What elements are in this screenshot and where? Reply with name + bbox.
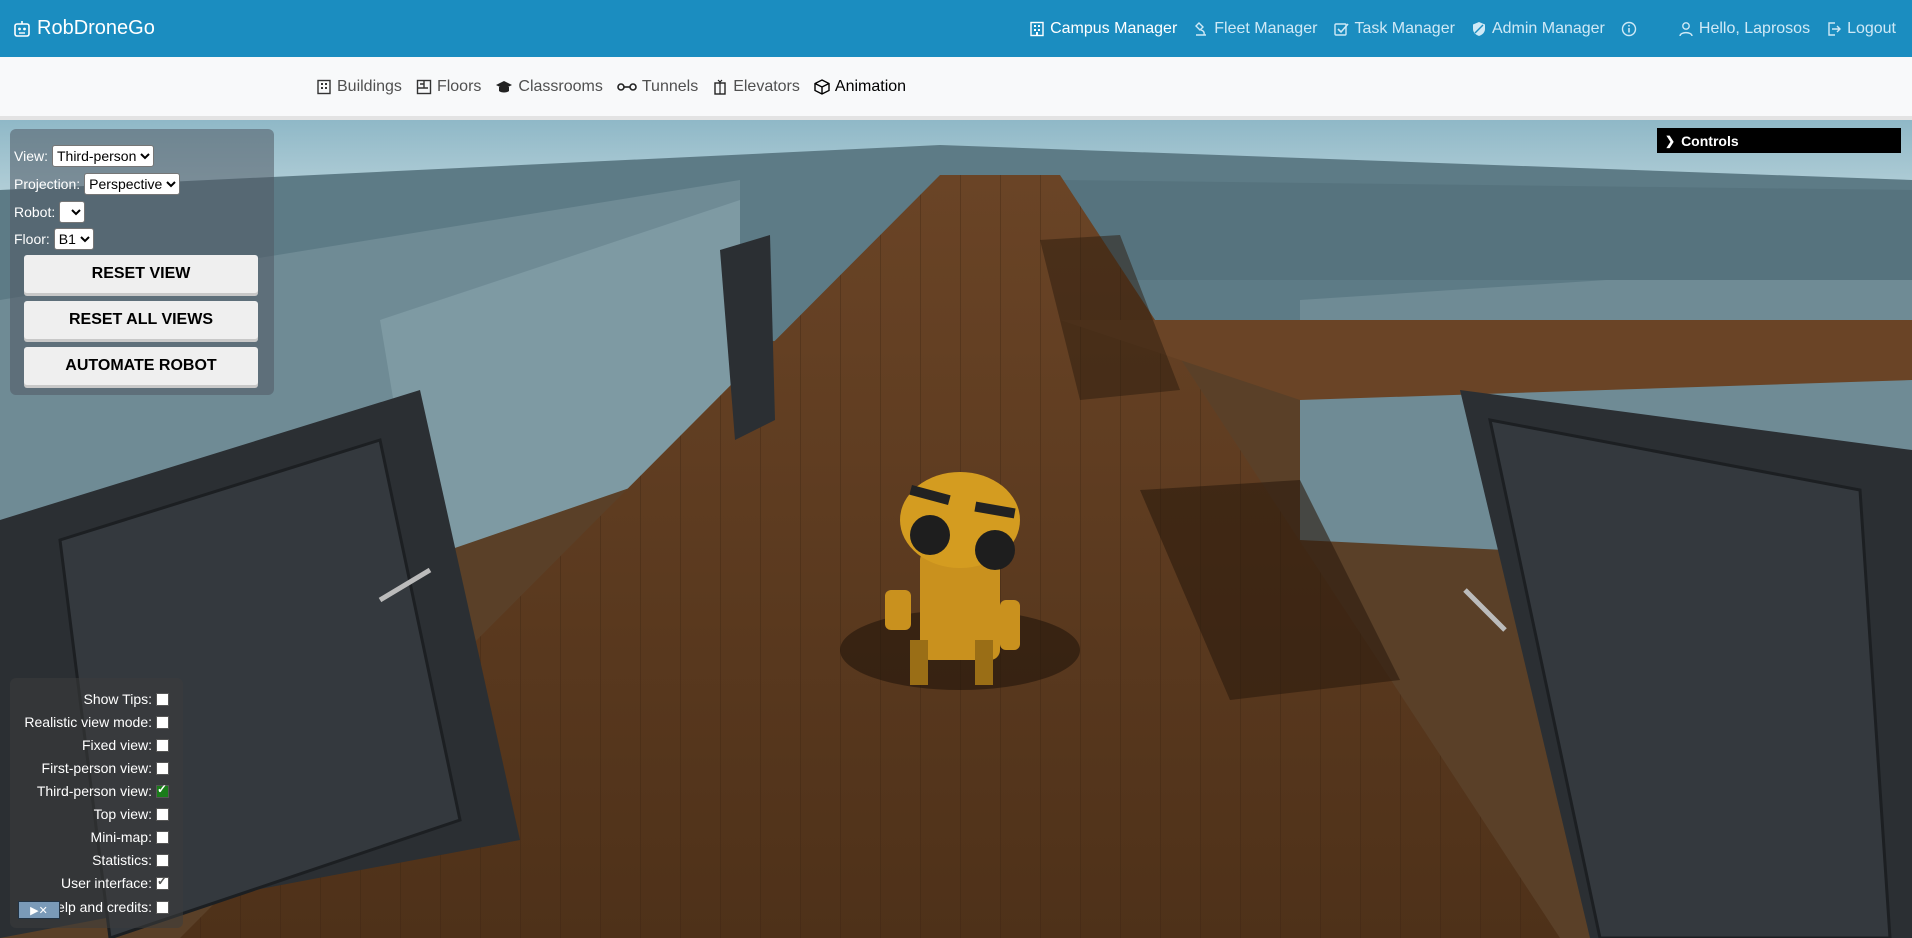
nav-task-manager[interactable]: Task Manager [1333,20,1455,38]
logout-button[interactable]: Logout [1826,20,1896,38]
checkbox[interactable] [156,715,169,729]
greeting-label: Hello, Laprosos [1698,19,1811,37]
top-navbar: RobDroneGo Campus Manager Fleet Manager … [0,0,1912,57]
automate-robot-button[interactable]: AUTOMATE ROBOT [24,347,258,385]
user-icon [1679,21,1693,36]
robot-row: Robot: [14,201,86,223]
controls-toggle[interactable]: ❯ Controls [1657,128,1901,153]
nav-label: Fleet Manager [1214,19,1318,37]
subnav-label: Animation [834,77,907,95]
controls-label: Controls [1681,132,1739,149]
option-label: Third-person view: [36,783,152,799]
subnav-label: Buildings [337,77,402,95]
microscope-icon [1195,21,1207,36]
building-icon [317,79,331,94]
reset-view-button[interactable]: RESET VIEW [24,255,258,293]
cube-icon [814,78,830,95]
subnav-label: Elevators [733,77,800,95]
view-label: View: [14,148,48,164]
option-first-person-view: First-person view: [20,760,169,776]
info-icon [1621,21,1637,36]
option-label: Top view: [93,806,152,822]
option-label: Statistics: [92,852,152,868]
logout-icon [1828,21,1842,36]
robot-select[interactable] [59,201,86,223]
checkbox[interactable] [156,874,169,890]
building-icon [1030,21,1044,36]
scene-render [0,120,1912,938]
sub-navbar: Buildings Floors Classrooms Tunnels Elev… [0,57,1912,120]
checkbox[interactable] [156,761,169,775]
option-third-person-view: Third-person view: [20,782,169,799]
nav-fleet-manager[interactable]: Fleet Manager [1193,20,1317,38]
subnav-label: Floors [436,77,482,95]
graduation-cap-icon [496,80,513,92]
projection-select[interactable]: Perspective [84,173,181,195]
user-greeting[interactable]: Hello, Laprosos [1678,20,1810,38]
option-top-view: Top view: [20,806,169,822]
nav-admin-manager[interactable]: Admin Manager [1471,20,1605,38]
subnav-elevators[interactable]: Elevators [712,78,800,96]
projection-row: Projection: Perspective [14,173,181,195]
option-mini-map: Mini-map: [20,829,169,845]
play-badge-icon[interactable]: ▶✕ [18,901,60,919]
nav-label: Campus Manager [1050,19,1178,37]
subnav-animation[interactable]: Animation [814,78,906,96]
nav-label: Task Manager [1354,19,1455,37]
logout-label: Logout [1847,19,1896,37]
robot-label: Robot: [14,204,56,220]
info-button[interactable] [1621,21,1642,37]
link-icon [617,82,637,91]
checkbox[interactable] [156,738,169,752]
option-label: First-person view: [41,760,152,776]
view-row: View: Third-person [14,145,154,167]
option-label: Show Tips: [83,691,152,707]
elevator-icon [714,79,726,95]
option-realistic-view: Realistic view mode: [20,714,169,730]
sub-nav: Buildings Floors Classrooms Tunnels Elev… [316,57,920,116]
reset-all-views-button[interactable]: RESET ALL VIEWS [24,301,258,339]
subnav-classrooms[interactable]: Classrooms [495,77,603,96]
checkbox[interactable] [156,853,169,867]
nav-label: Admin Manager [1491,19,1605,37]
subnav-label: Classrooms [518,77,603,95]
checkbox[interactable] [156,692,169,706]
brand[interactable]: RobDroneGo [13,0,155,57]
chevron-right-icon: ❯ [1665,133,1676,148]
brand-name: RobDroneGo [37,17,155,39]
option-statistics: Statistics: [20,852,169,868]
subnav-buildings[interactable]: Buildings [316,78,402,96]
3d-viewport[interactable] [0,120,1912,938]
shield-icon [1472,21,1485,36]
view-select[interactable]: Third-person [51,145,154,167]
projection-label: Projection: [14,176,81,192]
checkbox[interactable] [156,782,169,798]
check-square-icon [1334,22,1350,36]
option-fixed-view: Fixed view: [20,737,169,753]
option-label: Mini-map: [90,829,152,845]
floor-label: Floor: [14,231,50,247]
floor-plan-icon [416,79,432,94]
subnav-floors[interactable]: Floors [416,78,481,96]
checkbox[interactable] [156,900,169,914]
subnav-tunnels[interactable]: Tunnels [617,78,698,96]
robot-icon [14,20,30,37]
top-nav: Campus Manager Fleet Manager Task Manage… [1029,0,1912,57]
nav-campus-manager[interactable]: Campus Manager [1029,20,1177,38]
option-label: User interface: [60,875,152,891]
option-label: elp and credits: [57,899,152,915]
option-user-interface: User interface: [20,874,169,891]
checkbox[interactable] [156,830,169,844]
floor-row: Floor: B1 [14,228,94,250]
option-label: Realistic view mode: [24,714,152,730]
floor-select[interactable]: B1 [53,228,94,250]
subnav-label: Tunnels [641,77,699,95]
option-label: Fixed view: [81,737,152,753]
checkbox[interactable] [156,807,169,821]
option-show-tips: Show Tips: [20,691,169,707]
